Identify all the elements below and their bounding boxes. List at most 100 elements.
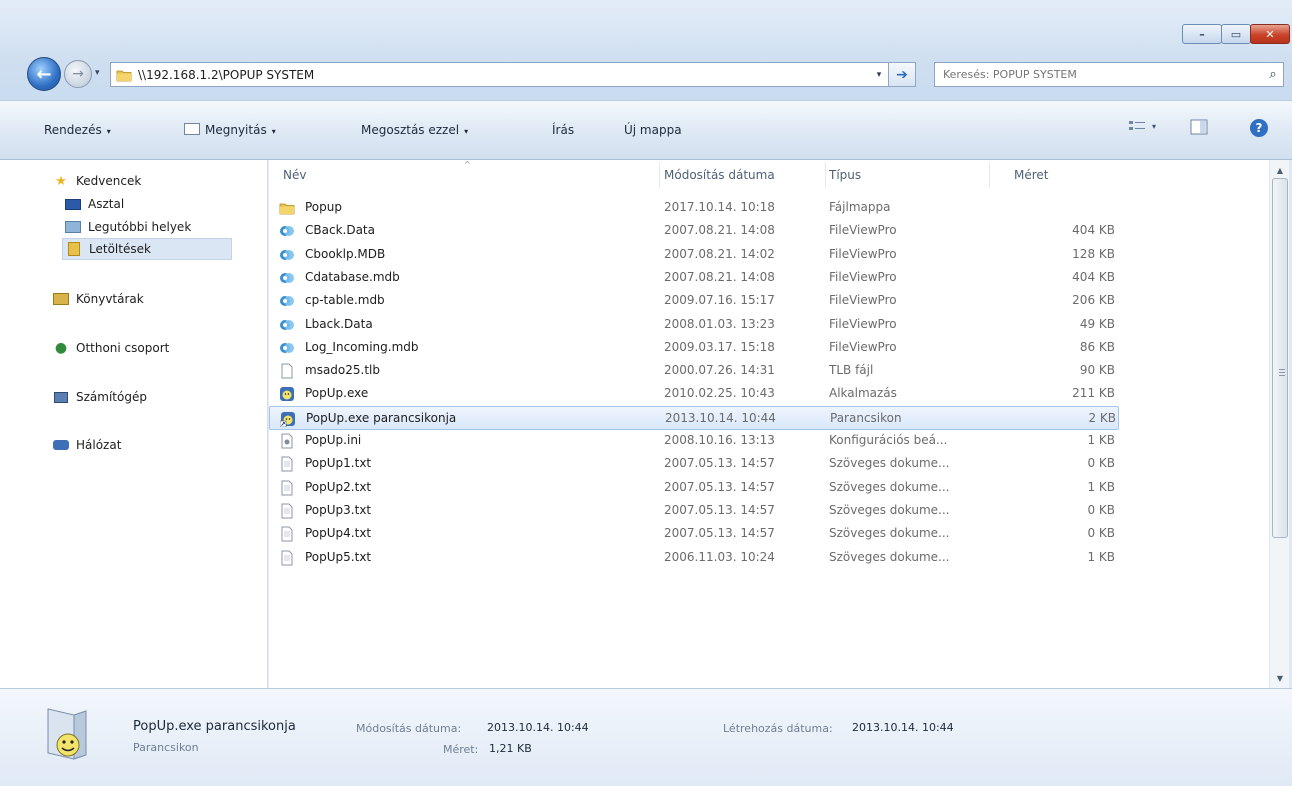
file-row[interactable]: cp-table.mdb 2009.07.16. 15:17 FileViewPro… bbox=[269, 289, 1119, 313]
file-row[interactable]: msado25.tlb 2000.07.26. 14:31 TLB fájl 90 K… bbox=[269, 359, 1119, 383]
file-row[interactable]: Lback.Data 2008.01.03. 13:23 FileViewPro 49… bbox=[269, 313, 1119, 337]
file-list: Popup 2017.10.14. 10:18 Fájlmappa CBack.Dat… bbox=[269, 192, 1269, 688]
file-date: 2007.05.13. 14:57 bbox=[664, 502, 775, 517]
scroll-up-button[interactable]: ▲ bbox=[1272, 162, 1288, 178]
nav-desktop[interactable]: Asztal bbox=[64, 193, 124, 215]
open-app-icon bbox=[184, 123, 200, 135]
file-row[interactable]: PopUp5.txt 2006.11.03. 10:24 Szöveges doku… bbox=[269, 546, 1119, 570]
file-type: Szöveges dokume... bbox=[829, 456, 950, 471]
forward-button[interactable]: → bbox=[64, 60, 92, 88]
file-row[interactable]: PopUp4.txt 2007.05.13. 14:57 Szöveges doku… bbox=[269, 522, 1119, 546]
share-with-button[interactable]: Megosztás ezzel ▾ bbox=[361, 123, 468, 137]
organize-label: Rendezés bbox=[44, 123, 102, 137]
file-row[interactable]: Popup 2017.10.14. 10:18 Fájlmappa bbox=[269, 196, 1119, 220]
minimize-button[interactable]: – bbox=[1182, 24, 1222, 44]
details-size-value: 1,21 KB bbox=[489, 742, 532, 755]
nav-recent-places[interactable]: Legutóbbi helyek bbox=[64, 216, 191, 238]
file-type: TLB fájl bbox=[829, 363, 874, 378]
file-type: Szöveges dokume... bbox=[829, 502, 950, 517]
file-size: 404 KB bbox=[1072, 269, 1115, 284]
file-name: CBack.Data bbox=[305, 223, 375, 238]
address-bar[interactable] bbox=[110, 62, 916, 87]
nav-libraries[interactable]: Könyvtárak bbox=[52, 288, 144, 310]
share-label: Megosztás ezzel bbox=[361, 123, 460, 137]
nav-favorites[interactable]: ★ Kedvencek bbox=[52, 170, 141, 192]
forward-arrow-icon: → bbox=[72, 66, 84, 82]
libraries-icon bbox=[52, 291, 70, 307]
folder-icon bbox=[116, 70, 132, 81]
file-date: 2000.07.26. 14:31 bbox=[664, 363, 775, 378]
sort-indicator-icon: ^ bbox=[464, 160, 471, 169]
file-row[interactable]: Log_Incoming.mdb 2009.03.17. 15:18 FileVie… bbox=[269, 336, 1119, 360]
recent-pages-dropdown[interactable]: ▾ bbox=[95, 68, 100, 78]
file-date: 2008.10.16. 13:13 bbox=[664, 433, 775, 447]
file-row[interactable]: PopUp.ini 2008.10.16. 13:13 Konfigurációs … bbox=[269, 429, 1119, 453]
vertical-scrollbar[interactable]: ▲ ▼ bbox=[1269, 160, 1289, 688]
file-row[interactable]: PopUp.exe parancsikonja 2013.10.14. 10:44… bbox=[269, 405, 1119, 430]
column-header-date[interactable]: Módosítás dátuma bbox=[664, 168, 775, 182]
chevron-down-icon: ▾ bbox=[271, 127, 276, 136]
file-type: FileViewPro bbox=[829, 269, 897, 284]
file-size: 86 KB bbox=[1079, 339, 1115, 354]
file-size: 1 KB bbox=[1087, 479, 1115, 494]
column-divider[interactable] bbox=[659, 162, 660, 188]
file-row[interactable]: CBack.Data 2007.08.21. 14:08 FileViewPro 40… bbox=[269, 219, 1119, 243]
file-row[interactable]: PopUp.exe 2010.02.25. 10:43 Alkalmazás 211 … bbox=[269, 382, 1119, 406]
file-row[interactable]: Cbooklp.MDB 2007.08.21. 14:02 FileViewPro 1… bbox=[269, 243, 1119, 267]
file-size: 1 KB bbox=[1087, 549, 1115, 564]
search-box[interactable]: ⌕ bbox=[934, 62, 1284, 87]
file-name: PopUp5.txt bbox=[305, 549, 372, 564]
file-name: Popup bbox=[305, 200, 342, 214]
back-button[interactable]: ← bbox=[27, 57, 61, 91]
nav-homegroup[interactable]: ● Otthoni csoport bbox=[52, 337, 169, 359]
change-view-button[interactable]: ▾ bbox=[1128, 119, 1156, 133]
file-row[interactable]: PopUp1.txt 2007.05.13. 14:57 Szöveges doku… bbox=[269, 452, 1119, 476]
column-header-size[interactable]: Méret bbox=[1014, 168, 1049, 182]
file-size: 0 KB bbox=[1087, 526, 1115, 541]
file-size: 2 KB bbox=[1088, 410, 1116, 425]
file-name: Cdatabase.mdb bbox=[305, 269, 400, 284]
file-row[interactable]: PopUp2.txt 2007.05.13. 14:57 Szöveges doku… bbox=[269, 476, 1119, 500]
nav-downloads[interactable]: Letöltések bbox=[62, 238, 232, 260]
file-date: 2007.05.13. 14:57 bbox=[664, 456, 775, 471]
column-header-type[interactable]: Típus bbox=[829, 168, 861, 182]
organize-button[interactable]: Rendezés ▾ bbox=[44, 123, 111, 137]
burn-button[interactable]: Írás bbox=[552, 123, 574, 137]
minimize-icon: – bbox=[1199, 27, 1205, 41]
search-icon[interactable]: ⌕ bbox=[1263, 67, 1283, 82]
scrollbar-thumb[interactable] bbox=[1272, 178, 1288, 538]
scroll-down-button[interactable]: ▼ bbox=[1272, 670, 1288, 686]
open-label: Megnyitás bbox=[205, 123, 267, 137]
nav-label: Legutóbbi helyek bbox=[88, 220, 192, 234]
address-dropdown-button[interactable]: ▾ bbox=[870, 62, 888, 87]
file-name: PopUp3.txt bbox=[305, 502, 372, 517]
nav-network[interactable]: Hálózat bbox=[52, 434, 121, 456]
column-divider[interactable] bbox=[825, 162, 826, 188]
help-button[interactable]: ? bbox=[1250, 119, 1268, 137]
file-name: PopUp2.txt bbox=[305, 479, 372, 494]
column-divider[interactable] bbox=[989, 162, 990, 188]
file-row[interactable]: PopUp3.txt 2007.05.13. 14:57 Szöveges doku… bbox=[269, 499, 1119, 523]
details-file-name: PopUp.exe parancsikonja bbox=[133, 719, 296, 734]
search-input[interactable] bbox=[935, 68, 1263, 81]
details-size-label: Méret: bbox=[443, 743, 479, 756]
title-bar: – ▭ ✕ ← → ▾ ▾ ➔ ⌕ bbox=[0, 0, 1292, 100]
column-header-name[interactable]: Név bbox=[283, 168, 306, 182]
burn-label: Írás bbox=[552, 123, 575, 137]
new-folder-button[interactable]: Új mappa bbox=[624, 123, 682, 137]
file-date: 2010.02.25. 10:43 bbox=[664, 386, 775, 401]
go-button[interactable]: ➔ bbox=[888, 62, 916, 87]
file-row[interactable]: Cdatabase.mdb 2007.08.21. 14:08 FileViewPr… bbox=[269, 266, 1119, 290]
details-pane: PopUp.exe parancsikonja Parancsikon Módo… bbox=[0, 688, 1292, 786]
open-button[interactable]: Megnyitás ▾ bbox=[184, 123, 276, 137]
nav-label: Hálózat bbox=[76, 438, 122, 452]
shortcut-large-icon bbox=[47, 708, 87, 760]
preview-pane-button[interactable] bbox=[1190, 119, 1208, 135]
chevron-down-icon: ▾ bbox=[1152, 121, 1157, 131]
maximize-button[interactable]: ▭ bbox=[1221, 24, 1251, 44]
nav-computer[interactable]: Számítógép bbox=[52, 386, 147, 408]
close-button[interactable]: ✕ bbox=[1250, 24, 1290, 44]
file-date: 2009.07.16. 15:17 bbox=[664, 293, 775, 308]
file-date: 2006.11.03. 10:24 bbox=[664, 549, 775, 564]
address-input[interactable] bbox=[138, 67, 915, 82]
